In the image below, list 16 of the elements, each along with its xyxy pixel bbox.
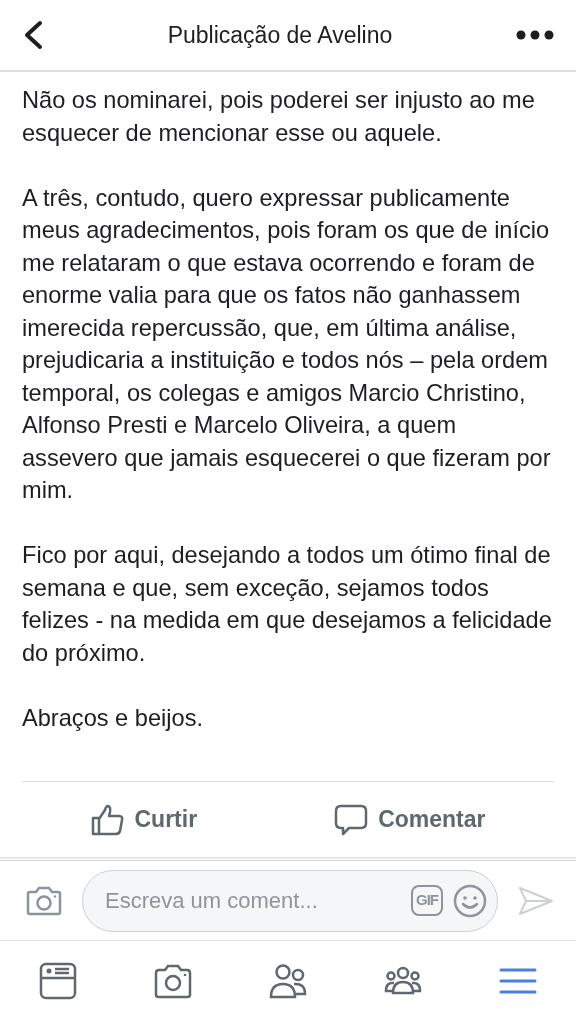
- camera-icon[interactable]: [153, 962, 192, 1000]
- post-paragraph: Não os nominarei, pois poderei ser injusto ao me esquecer de mencionar esse ou aquele.: [22, 86, 536, 148]
- post-paragraph: Fico por aqui, desejando a todos um ótimo final de semana e que, sem exceção, sejamos todos felizes - na medida em que desejamos a felicidade do próximo.: [22, 541, 553, 668]
- like-button[interactable]: Curtir: [82, 798, 206, 841]
- speech-bubble-icon: [334, 803, 369, 836]
- people-icon[interactable]: [269, 962, 307, 1000]
- comment-button[interactable]: Comentar: [326, 798, 494, 841]
- page-title: Publicação de Avelino: [167, 20, 393, 50]
- more-icon[interactable]: [516, 30, 554, 40]
- thumbs-up-icon: [90, 803, 125, 836]
- post-paragraph: Abraços e beijos.: [22, 703, 204, 733]
- camera-icon[interactable]: [26, 885, 62, 916]
- emoji-icon[interactable]: [453, 883, 487, 918]
- feed-icon[interactable]: [38, 962, 77, 1000]
- back-icon[interactable]: [22, 20, 44, 50]
- post-paragraph: A três, contudo, quero expressar publicamente meus agradecimentos, pois foram os que de início me relataram o que estava ocorrendo e foram de enorme valia para que os fatos não ganhassem imerecida repercussão, que, em última análise, prejudicaria a instituição e todos nós – pela ordem temporal, os colegas e amigos Marcio Christino, Alfonso Presti e Marcelo Oliveira, a quem assevero que jamais esquecerei o que fizeram por mim.: [22, 183, 552, 505]
